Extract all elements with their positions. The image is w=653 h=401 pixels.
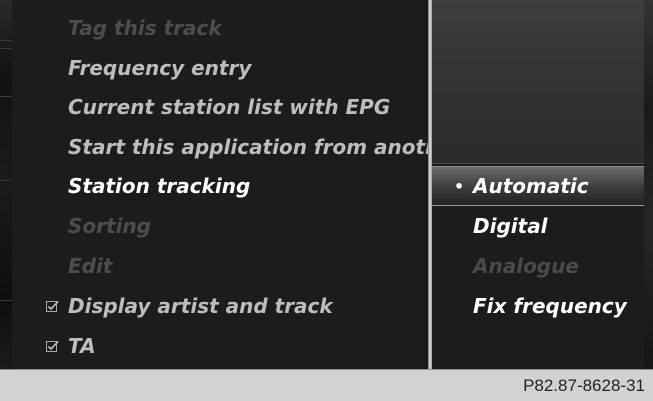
- menu-item-label: TA: [68, 334, 96, 358]
- menu-item-ta[interactable]: TA: [12, 326, 430, 366]
- menu-item-tag-this-track[interactable]: Tag this track: [12, 8, 430, 48]
- menu-item-label: Sorting: [68, 214, 151, 238]
- submenu-item-automatic[interactable]: • Automatic: [432, 166, 644, 206]
- menu-item-label: Edit: [68, 254, 113, 278]
- submenu-item-label: Digital: [473, 214, 548, 238]
- submenu-item-label: Analogue: [473, 254, 579, 278]
- submenu-item-analogue[interactable]: Analogue: [432, 246, 644, 286]
- right-bezel: [644, 0, 653, 370]
- submenu-empty-area: [432, 0, 644, 164]
- station-tracking-submenu: • Automatic Digital Analogue Fix frequen…: [432, 0, 644, 370]
- figure-reference-code: P82.87-8628-31: [523, 376, 645, 395]
- figure-caption-bar: P82.87-8628-31: [0, 370, 653, 401]
- menu-item-edit[interactable]: Edit: [12, 246, 430, 286]
- menu-item-label: Display artist and track: [68, 294, 333, 318]
- menu-item-start-application[interactable]: Start this application from anoth: [12, 127, 430, 167]
- submenu-item-digital[interactable]: Digital: [432, 206, 644, 246]
- checkbox-checked-icon[interactable]: [46, 300, 59, 313]
- menu-item-label: Start this application from anoth: [68, 135, 430, 159]
- checkbox-checked-icon[interactable]: [46, 340, 59, 353]
- menu-item-sorting[interactable]: Sorting: [12, 206, 430, 246]
- bullet-icon: •: [454, 176, 465, 196]
- radio-options-screen: Tag this track Frequency entry Current s…: [0, 0, 653, 370]
- menu-item-label: Station tracking: [68, 174, 251, 198]
- menu-item-frequency-entry[interactable]: Frequency entry: [12, 48, 430, 88]
- menu-item-display-artist-and-track[interactable]: Display artist and track: [12, 286, 430, 326]
- options-menu: Tag this track Frequency entry Current s…: [12, 0, 430, 370]
- submenu-item-label: Fix frequency: [473, 294, 627, 318]
- submenu-item-label: Automatic: [473, 174, 589, 198]
- menu-item-label: Tag this track: [68, 16, 222, 40]
- left-bezel: [0, 0, 12, 370]
- submenu-item-fix-frequency[interactable]: Fix frequency: [432, 286, 644, 326]
- menu-item-label: Frequency entry: [68, 56, 252, 80]
- menu-item-station-tracking[interactable]: Station tracking: [12, 166, 430, 206]
- menu-item-current-station-list[interactable]: Current station list with EPG: [12, 87, 430, 127]
- menu-item-label: Current station list with EPG: [68, 95, 391, 119]
